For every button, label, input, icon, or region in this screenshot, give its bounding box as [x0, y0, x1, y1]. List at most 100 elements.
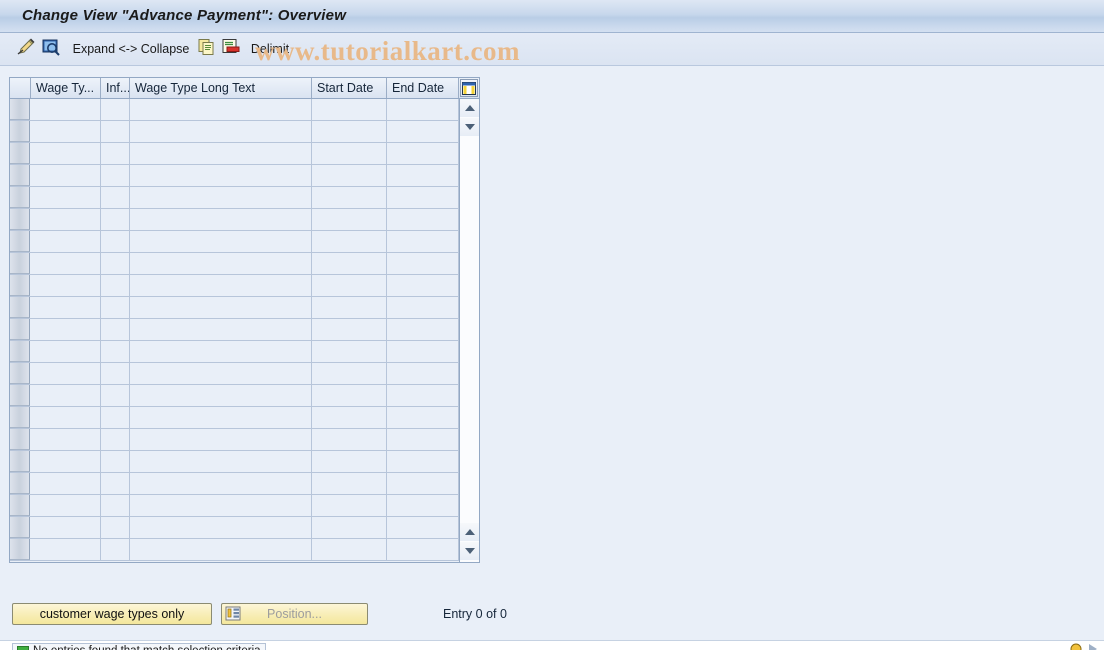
row-selector-cell[interactable]	[10, 473, 30, 494]
table-cell-wage_type_long_text[interactable]	[130, 385, 312, 406]
table-cell-infotype[interactable]	[101, 231, 130, 252]
table-cell-infotype[interactable]	[101, 539, 130, 560]
table-cell-wage_type_long_text[interactable]	[130, 407, 312, 428]
change-pencil-icon-button[interactable]	[16, 37, 38, 61]
table-cell-start_date[interactable]	[312, 121, 387, 142]
table-cell-infotype[interactable]	[101, 429, 130, 450]
table-cell-end_date[interactable]	[387, 253, 459, 274]
table-row[interactable]	[10, 165, 479, 187]
table-cell-wage_type[interactable]	[31, 451, 101, 472]
table-cell-wage_type[interactable]	[31, 143, 101, 164]
table-cell-wage_type[interactable]	[31, 429, 101, 450]
table-vertical-scrollbar[interactable]	[459, 99, 479, 562]
column-header-wage-type[interactable]: Wage Ty...	[31, 78, 101, 98]
table-row[interactable]	[10, 121, 479, 143]
table-cell-wage_type[interactable]	[31, 275, 101, 296]
table-cell-infotype[interactable]	[101, 99, 130, 120]
expand-collapse-button[interactable]: Expand <-> Collapse	[70, 37, 192, 61]
scroll-page-down-button[interactable]	[460, 118, 479, 136]
table-cell-infotype[interactable]	[101, 275, 130, 296]
table-row[interactable]	[10, 539, 479, 561]
row-selector-cell[interactable]	[10, 385, 30, 406]
table-cell-wage_type_long_text[interactable]	[130, 209, 312, 230]
row-selector-cell[interactable]	[10, 517, 30, 538]
row-selector-cell[interactable]	[10, 209, 30, 230]
table-cell-infotype[interactable]	[101, 407, 130, 428]
scroll-to-top-button[interactable]	[460, 99, 479, 117]
table-cell-wage_type[interactable]	[31, 517, 101, 538]
table-cell-end_date[interactable]	[387, 99, 459, 120]
table-cell-wage_type_long_text[interactable]	[130, 187, 312, 208]
table-cell-end_date[interactable]	[387, 473, 459, 494]
table-cell-wage_type_long_text[interactable]	[130, 517, 312, 538]
table-row[interactable]	[10, 495, 479, 517]
table-cell-start_date[interactable]	[312, 451, 387, 472]
table-cell-infotype[interactable]	[101, 385, 130, 406]
table-cell-start_date[interactable]	[312, 319, 387, 340]
table-cell-end_date[interactable]	[387, 187, 459, 208]
table-cell-wage_type[interactable]	[31, 209, 101, 230]
table-row[interactable]	[10, 99, 479, 121]
table-cell-infotype[interactable]	[101, 451, 130, 472]
table-cell-wage_type[interactable]	[31, 297, 101, 318]
table-cell-end_date[interactable]	[387, 495, 459, 516]
table-cell-start_date[interactable]	[312, 385, 387, 406]
row-selector-cell[interactable]	[10, 187, 30, 208]
column-header-infotype[interactable]: Inf...	[101, 78, 130, 98]
display-view-button[interactable]	[41, 37, 63, 61]
table-row[interactable]	[10, 517, 479, 539]
table-cell-end_date[interactable]	[387, 517, 459, 538]
table-cell-wage_type_long_text[interactable]	[130, 275, 312, 296]
row-selector-cell[interactable]	[10, 539, 30, 560]
table-cell-wage_type_long_text[interactable]	[130, 341, 312, 362]
table-cell-start_date[interactable]	[312, 253, 387, 274]
table-cell-infotype[interactable]	[101, 187, 130, 208]
table-row[interactable]	[10, 297, 479, 319]
table-cell-end_date[interactable]	[387, 341, 459, 362]
table-cell-infotype[interactable]	[101, 495, 130, 516]
table-row[interactable]	[10, 473, 479, 495]
table-cell-end_date[interactable]	[387, 429, 459, 450]
table-cell-start_date[interactable]	[312, 209, 387, 230]
table-cell-start_date[interactable]	[312, 165, 387, 186]
table-cell-wage_type[interactable]	[31, 319, 101, 340]
table-cell-end_date[interactable]	[387, 231, 459, 252]
table-cell-start_date[interactable]	[312, 363, 387, 384]
table-cell-wage_type_long_text[interactable]	[130, 451, 312, 472]
row-selector-cell[interactable]	[10, 407, 30, 428]
row-selector-cell[interactable]	[10, 451, 30, 472]
table-cell-wage_type[interactable]	[31, 99, 101, 120]
column-header-end-date[interactable]: End Date	[387, 78, 459, 98]
table-cell-end_date[interactable]	[387, 275, 459, 296]
table-cell-wage_type[interactable]	[31, 385, 101, 406]
table-cell-infotype[interactable]	[101, 165, 130, 186]
table-cell-start_date[interactable]	[312, 275, 387, 296]
table-row[interactable]	[10, 275, 479, 297]
table-cell-wage_type_long_text[interactable]	[130, 539, 312, 560]
table-cell-infotype[interactable]	[101, 143, 130, 164]
table-cell-start_date[interactable]	[312, 495, 387, 516]
table-row[interactable]	[10, 363, 479, 385]
table-cell-start_date[interactable]	[312, 297, 387, 318]
table-cell-end_date[interactable]	[387, 451, 459, 472]
table-cell-infotype[interactable]	[101, 297, 130, 318]
table-cell-end_date[interactable]	[387, 165, 459, 186]
table-row[interactable]	[10, 451, 479, 473]
row-selector-cell[interactable]	[10, 231, 30, 252]
table-cell-wage_type_long_text[interactable]	[130, 473, 312, 494]
table-cell-wage_type_long_text[interactable]	[130, 121, 312, 142]
row-selector-cell[interactable]	[10, 275, 30, 296]
copy-as-button[interactable]	[197, 37, 219, 61]
table-cell-wage_type[interactable]	[31, 363, 101, 384]
table-cell-wage_type_long_text[interactable]	[130, 231, 312, 252]
table-cell-start_date[interactable]	[312, 539, 387, 560]
table-row[interactable]	[10, 187, 479, 209]
table-cell-end_date[interactable]	[387, 209, 459, 230]
table-cell-start_date[interactable]	[312, 187, 387, 208]
table-cell-wage_type[interactable]	[31, 473, 101, 494]
table-cell-infotype[interactable]	[101, 319, 130, 340]
table-cell-infotype[interactable]	[101, 341, 130, 362]
row-selector-cell[interactable]	[10, 121, 30, 142]
table-cell-infotype[interactable]	[101, 209, 130, 230]
table-cell-wage_type[interactable]	[31, 253, 101, 274]
